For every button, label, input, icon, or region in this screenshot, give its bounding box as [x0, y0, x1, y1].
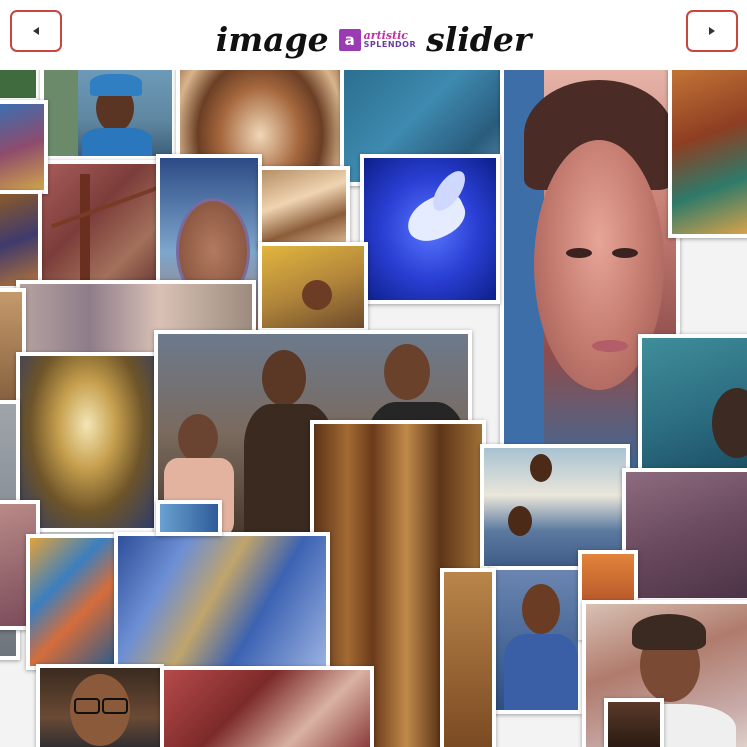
- painting-spiral-figures[interactable]: [0, 100, 48, 194]
- logo-word-bottom: SPLENDOR: [363, 40, 417, 49]
- header: image a artistic SPLENDOR slider: [0, 0, 747, 68]
- painting-white-dove[interactable]: [360, 154, 500, 304]
- logo-word-top: artistic: [363, 29, 408, 42]
- painting-tree-abstract[interactable]: [668, 70, 747, 238]
- image-collage: [0, 70, 747, 747]
- painting-abstract-blue-geometric[interactable]: [114, 532, 330, 680]
- brand-logo: a artistic SPLENDOR: [338, 29, 417, 51]
- right-triangle-icon: [709, 27, 715, 35]
- page-title: image a artistic SPLENDOR slider: [0, 20, 747, 60]
- painting-woman-blue-headwrap[interactable]: [40, 70, 176, 160]
- title-word-right: slider: [426, 20, 532, 59]
- painting-green-corner[interactable]: [0, 70, 40, 102]
- painting-woman-teal[interactable]: [638, 334, 747, 474]
- painting-small-portrait[interactable]: [604, 698, 664, 747]
- painting-blue-small[interactable]: [156, 500, 222, 536]
- painting-mask-yellow[interactable]: [258, 242, 368, 332]
- logo-mark-icon: a: [338, 29, 361, 51]
- next-button[interactable]: [686, 10, 738, 52]
- painting-brown-bottom[interactable]: [440, 568, 496, 747]
- painting-tree-abstract-left[interactable]: [0, 190, 42, 290]
- title-word-left: image: [215, 20, 329, 59]
- painting-colored-shards[interactable]: [26, 534, 118, 670]
- painting-red-abstract[interactable]: [160, 666, 374, 747]
- painting-wood-swirl[interactable]: [258, 166, 350, 248]
- painting-purple-branches[interactable]: [622, 468, 747, 602]
- painting-man-blue-shirt[interactable]: [490, 566, 582, 714]
- painting-man-glasses[interactable]: [36, 664, 164, 747]
